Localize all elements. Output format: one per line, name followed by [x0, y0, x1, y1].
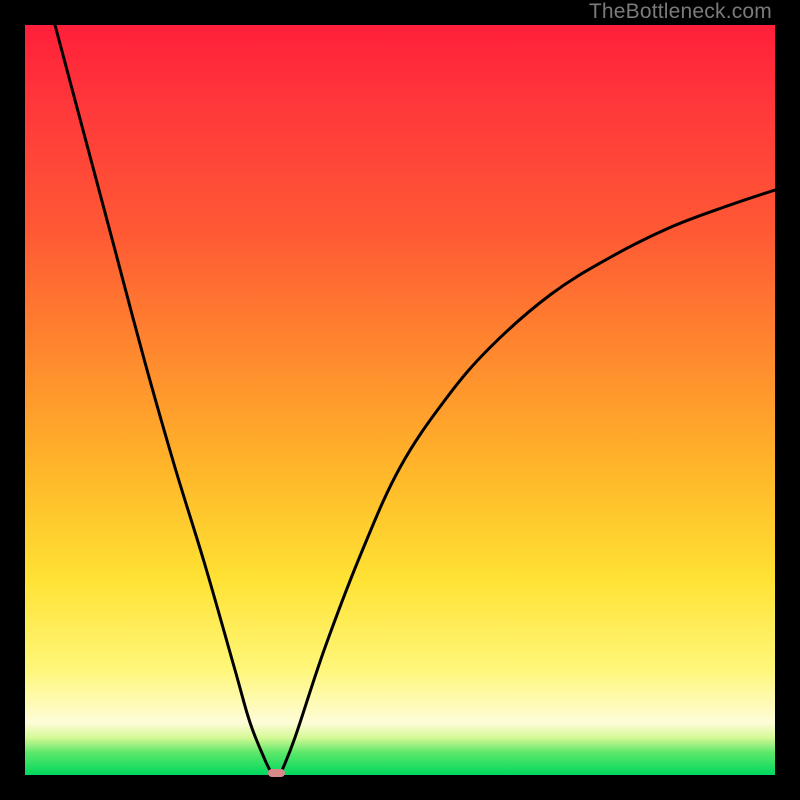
minimum-marker — [268, 769, 285, 777]
plot-area — [25, 25, 775, 775]
watermark-text: TheBottleneck.com — [589, 0, 772, 24]
bottleneck-curve — [25, 25, 775, 775]
chart-container: TheBottleneck.com — [0, 0, 800, 800]
